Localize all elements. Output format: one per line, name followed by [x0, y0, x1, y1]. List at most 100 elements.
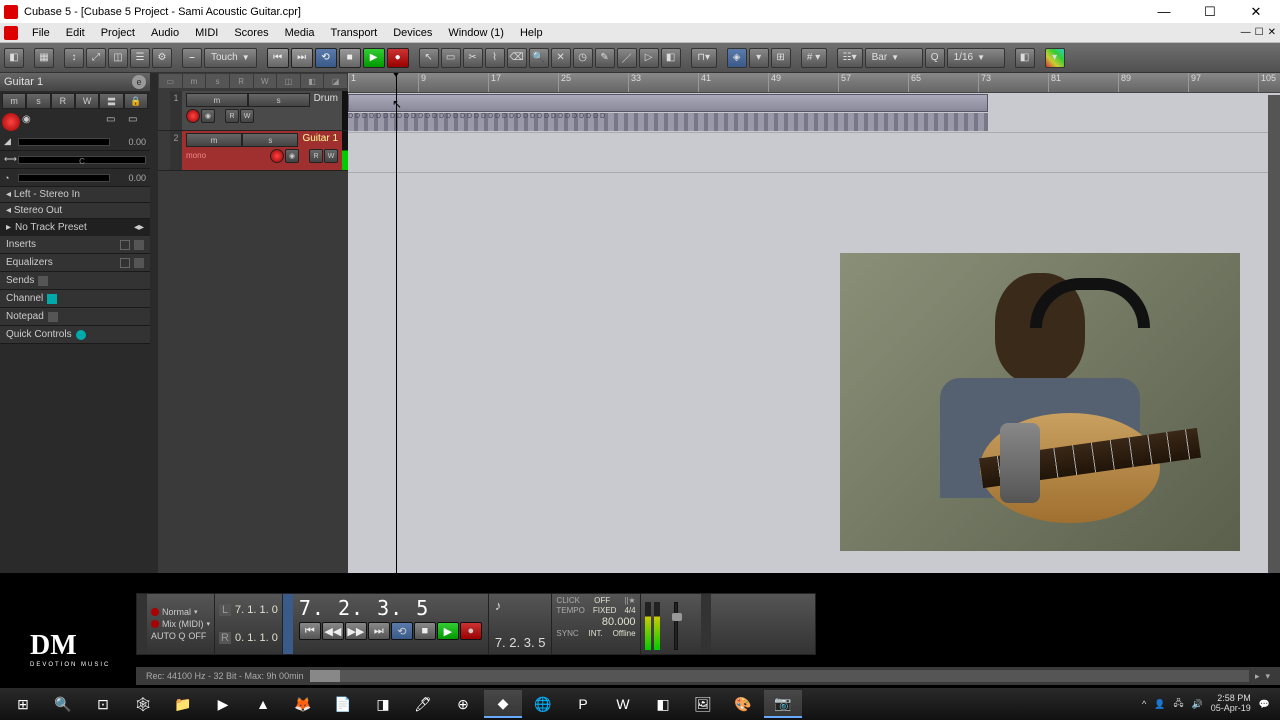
write-auto[interactable]: W [240, 109, 254, 123]
tb-grid-select[interactable]: ☷▾ [837, 48, 863, 68]
taskbar-acrobat[interactable]: 📄 [324, 690, 362, 718]
menu-scores[interactable]: Scores [226, 25, 276, 41]
section-notepad[interactable]: Notepad [0, 308, 150, 326]
read-button[interactable]: R [51, 93, 75, 109]
tb-a3[interactable]: ◫ [108, 48, 128, 68]
tb-grid-type[interactable]: # ▾ [801, 48, 827, 68]
menu-devices[interactable]: Devices [385, 25, 440, 41]
section-channel[interactable]: Channel [0, 290, 150, 308]
tool-zoom[interactable]: 🔍 [529, 48, 549, 68]
solo-button[interactable]: s [26, 93, 50, 109]
tb-snap-on[interactable]: ◈ [727, 48, 747, 68]
track-handle[interactable] [158, 91, 170, 130]
output-routing[interactable]: ◂ Stereo Out [0, 203, 150, 219]
tb-auto[interactable]: ⎯ [182, 48, 202, 68]
tb-a1[interactable]: ↕ [64, 48, 84, 68]
tb-colors[interactable]: ▾ [1045, 48, 1065, 68]
menu-file[interactable]: File [24, 25, 58, 41]
taskbar-media[interactable]: ▶ [204, 690, 242, 718]
track-handle[interactable] [158, 131, 170, 170]
timeline-ruler[interactable]: 191725334149576573818997105 [348, 73, 1280, 93]
sub-time-display[interactable]: 7. 2. 3. 5 [495, 635, 546, 650]
tempo-value[interactable]: 80.000 [602, 616, 636, 628]
tray-volume-icon[interactable]: 🔊 [1192, 699, 1203, 710]
tp-forward[interactable]: ▶▶ [345, 622, 367, 640]
section-equalizers[interactable]: Equalizers [0, 254, 150, 272]
click-state[interactable]: OFF [594, 596, 610, 605]
monitor[interactable]: ◉ [201, 109, 215, 123]
menu-edit[interactable]: Edit [58, 25, 93, 41]
tool-glue[interactable]: ⌇ [485, 48, 505, 68]
cycle-mode-label[interactable]: Mix (MIDI) [162, 619, 204, 629]
taskbar-app5[interactable]: ◧ [644, 690, 682, 718]
tl-btn[interactable]: m [183, 74, 206, 88]
mute-button[interactable]: m [2, 93, 26, 109]
inspector-track-header[interactable]: Guitar 1 e [0, 73, 150, 91]
mute-button[interactable]: m [186, 93, 248, 107]
volume-value[interactable]: 0.00 [110, 137, 146, 147]
taskbar-photos[interactable]: 🖼 [684, 690, 722, 718]
locator-left[interactable]: 7. 1. 1. 0 [235, 604, 278, 616]
tb-a4[interactable]: ☰ [130, 48, 150, 68]
autoq-state[interactable]: OFF [188, 631, 206, 641]
tb-color-tool[interactable]: ◧ [1015, 48, 1035, 68]
tool-color[interactable]: ◧ [661, 48, 681, 68]
write-auto[interactable]: W [324, 149, 338, 163]
automation-mode-dropdown[interactable]: Touch ▼ [204, 48, 257, 68]
tb-next[interactable]: ⏭ [291, 48, 313, 68]
volume-slider[interactable] [18, 138, 110, 146]
tl-btn[interactable]: ◪ [324, 74, 347, 88]
tool-arrow[interactable]: ↖ [419, 48, 439, 68]
tool-mute[interactable]: ✕ [551, 48, 571, 68]
read-auto[interactable]: R [225, 109, 239, 123]
taskbar-app3[interactable]: 🖊 [404, 690, 442, 718]
tray-network-icon[interactable]: 🖧 [1173, 696, 1183, 712]
sub-minimize[interactable]: — [1241, 27, 1251, 38]
read-auto[interactable]: R [309, 149, 323, 163]
tool-line[interactable]: ／ [617, 48, 637, 68]
tb-a2[interactable]: ⤢ [86, 48, 106, 68]
lane-drum[interactable]: D D D D D D D D D D D D D D D D D D D D … [348, 93, 1280, 133]
tb-a5[interactable]: ⚙ [152, 48, 172, 68]
tl-btn[interactable]: ◧ [301, 74, 324, 88]
splitter-1[interactable] [150, 73, 158, 573]
tool-timewarp[interactable]: ◷ [573, 48, 593, 68]
tp-punch[interactable] [283, 594, 293, 654]
maximize-button[interactable]: ☐ [1196, 4, 1224, 20]
system-tray[interactable]: ^ 👤 🖧 🔊 2:58 PM 05-Apr-19 💬 [1142, 694, 1276, 714]
lock-button[interactable]: 🔒 [124, 93, 148, 109]
delay-value[interactable]: 0.00 [110, 173, 146, 183]
solo-button[interactable]: s [242, 133, 298, 147]
tool-play[interactable]: ▷ [639, 48, 659, 68]
sub-maximize[interactable]: ☐ [1255, 27, 1264, 38]
taskbar-camera[interactable]: 📷 [764, 690, 802, 718]
section-quick-controls[interactable]: Quick Controls [0, 326, 150, 344]
tp-goto-start[interactable]: ⏮ [299, 622, 321, 640]
tp-play[interactable]: ▶ [437, 622, 459, 640]
tb-play[interactable]: ▶ [363, 48, 385, 68]
clip-drum[interactable] [348, 94, 988, 112]
video-window[interactable] [840, 253, 1240, 551]
tp-sub-time[interactable]: ♪ 7. 2. 3. 5 [489, 594, 553, 654]
taskbar-edge[interactable]: 🌐 [524, 690, 562, 718]
record-enable-button[interactable] [2, 113, 20, 131]
taskbar-clock[interactable]: 2:58 PM 05-Apr-19 [1211, 694, 1251, 714]
grid-dropdown[interactable]: Bar ▼ [865, 48, 923, 68]
solo-button[interactable]: s [248, 93, 310, 107]
menu-window[interactable]: Window (1) [440, 25, 512, 41]
input-routing[interactable]: ◂ Left - Stereo In [0, 187, 150, 203]
menu-audio[interactable]: Audio [143, 25, 187, 41]
scroll-right[interactable]: ▸ [1255, 671, 1260, 682]
tb-snap-type[interactable]: ⊞ [771, 48, 791, 68]
main-time-display[interactable]: 7. 2. 3. 5 [299, 596, 482, 620]
tp-goto-end[interactable]: ⏭ [368, 622, 390, 640]
cycle-mode-indicator[interactable] [151, 620, 159, 628]
tb-nudge[interactable]: ⊓▾ [691, 48, 717, 68]
taskbar-app2[interactable]: ◨ [364, 690, 402, 718]
autoq-label[interactable]: AUTO Q [151, 631, 185, 641]
taskbar-file-explorer[interactable]: 📁 [164, 690, 202, 718]
tb-stop[interactable]: ■ [339, 48, 361, 68]
insp-ctrl-2[interactable]: ▭ [128, 114, 148, 130]
tp-handle-right[interactable] [701, 594, 711, 654]
rec-mode-label[interactable]: Normal [162, 607, 191, 617]
